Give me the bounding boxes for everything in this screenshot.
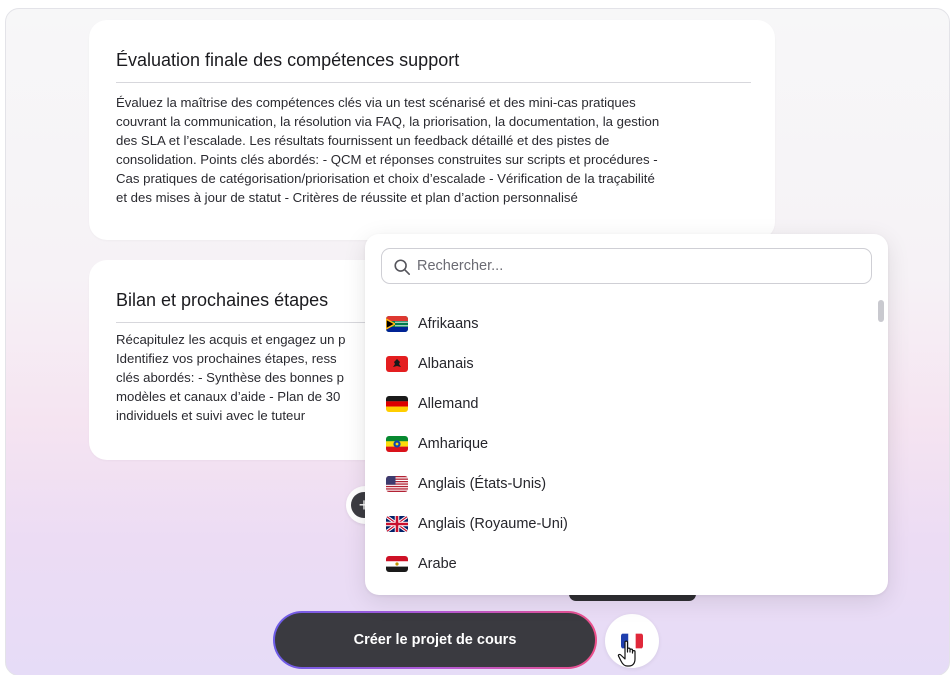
flag-za-icon: [386, 316, 408, 332]
language-label: Albanais: [418, 356, 474, 372]
flag-gb-icon: [386, 516, 408, 532]
description-line: couvrant la communication, la résolution…: [116, 114, 660, 129]
flag-us-icon: [386, 476, 408, 492]
flag-et-icon: [386, 436, 408, 452]
description-line: des SLA et l’escalade. Les résultats fou…: [116, 133, 610, 148]
language-option-arabe[interactable]: Arabe: [365, 544, 888, 584]
description-line: modèles et canaux d’aide - Plan de 30: [116, 389, 341, 404]
description-line: Identifiez vos prochaines étapes, ress: [116, 351, 337, 366]
description-line: consolidation. Points clés abordés: - QC…: [116, 152, 658, 167]
language-dropdown: Afrikaans Albanais Allemand: [365, 234, 888, 595]
description-line: et des mises à jour de statut - Critères…: [116, 190, 578, 205]
language-option-albanais[interactable]: Albanais: [365, 344, 888, 384]
description-line: Évaluez la maîtrise des compétences clés…: [116, 95, 636, 110]
description-line: clés abordés: - Synthèse des bonnes p: [116, 370, 344, 385]
flag-de-icon: [386, 396, 408, 412]
language-option-anglais-uk[interactable]: Anglais (Royaume-Uni): [365, 504, 888, 544]
search-icon: [394, 259, 411, 276]
flag-al-icon: [386, 356, 408, 372]
section-description: Évaluez la maîtrise des compétences clés…: [116, 93, 751, 207]
hand-pointer-icon: [617, 640, 636, 667]
section-title: Bilan et prochaines étapes: [116, 290, 329, 310]
section-title: Évaluation finale des compétences suppor…: [116, 50, 460, 70]
language-label: Allemand: [418, 396, 479, 412]
language-option-amharique[interactable]: Amharique: [365, 424, 888, 464]
section-description: Récapitulez les acquis et engagez un p I…: [116, 330, 376, 430]
language-label: Amharique: [418, 436, 489, 452]
create-course-button[interactable]: Créer le projet de cours: [273, 611, 597, 669]
language-option-allemand[interactable]: Allemand: [365, 384, 888, 424]
flag-eg-icon: [386, 556, 408, 572]
search-input[interactable]: [417, 249, 857, 283]
language-label: Arabe: [418, 556, 457, 572]
create-course-label: Créer le projet de cours: [353, 632, 517, 648]
language-label: Anglais (Royaume-Uni): [418, 516, 568, 532]
section-card-evaluation: Évaluation finale des compétences suppor…: [89, 20, 775, 240]
language-option-afrikaans[interactable]: Afrikaans: [365, 304, 888, 344]
language-label: Anglais (États-Unis): [418, 476, 547, 492]
language-search: [381, 248, 872, 284]
language-list: Afrikaans Albanais Allemand Amharique An…: [365, 304, 888, 584]
description-line: Cas pratiques de catégorisation/priorisa…: [116, 171, 655, 186]
description-line: individuels et suivi avec le tuteur: [116, 408, 306, 423]
description-line: Récapitulez les acquis et engagez un p: [116, 332, 346, 347]
language-option-anglais-us[interactable]: Anglais (États-Unis): [365, 464, 888, 504]
language-label: Afrikaans: [418, 316, 479, 332]
section-divider: [116, 82, 751, 83]
dropdown-scrollbar[interactable]: [878, 300, 884, 322]
